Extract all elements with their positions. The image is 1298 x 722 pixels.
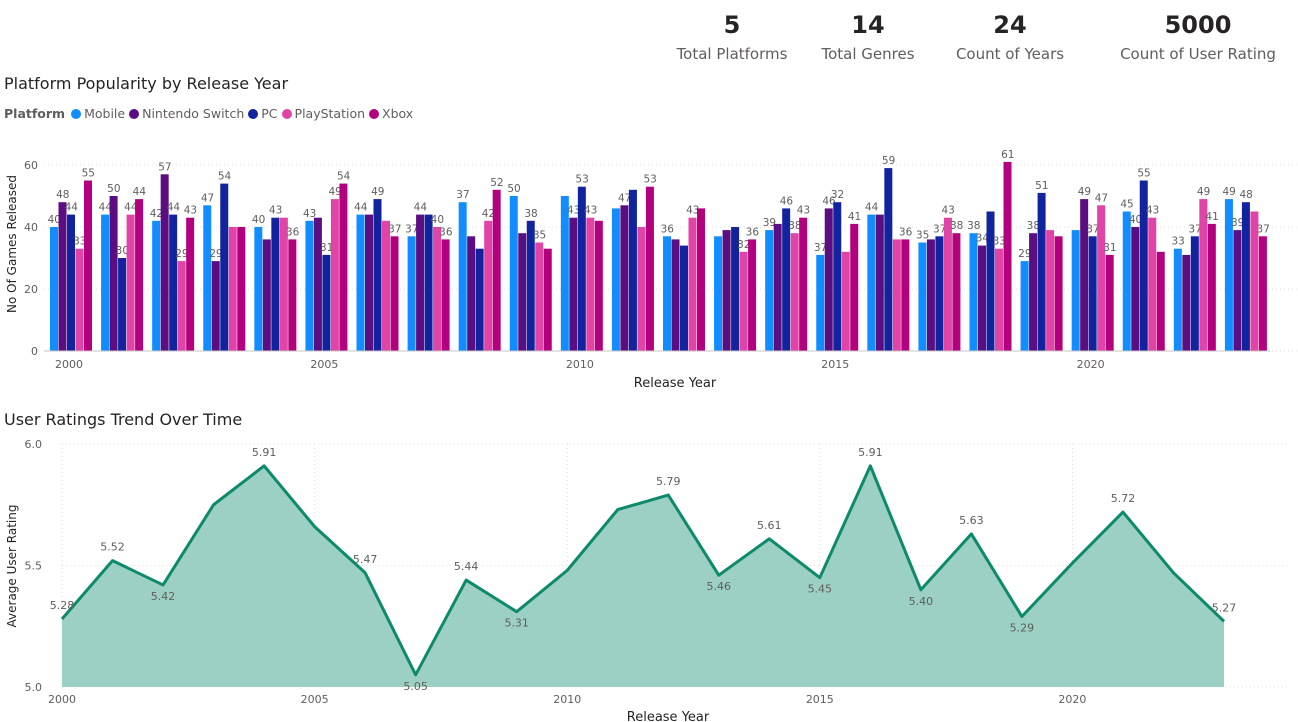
- point-label: 5.28: [50, 599, 75, 612]
- x-tick-label: 2000: [48, 693, 76, 706]
- x-tick-label: 2005: [301, 693, 329, 706]
- point-label: 5.91: [858, 446, 883, 459]
- y-axis-title: Average User Rating: [5, 505, 19, 628]
- point-label: 5.47: [353, 553, 378, 566]
- point-label: 5.27: [1212, 601, 1237, 614]
- point-label: 5.79: [656, 475, 681, 488]
- x-tick-label: 2015: [806, 693, 834, 706]
- point-label: 5.72: [1111, 492, 1136, 505]
- point-label: 5.44: [454, 560, 479, 573]
- x-tick-label: 2010: [553, 693, 581, 706]
- area-chart: 5.0 5.5 6.0 2000 2005 2010 2015 2020 Release Yea…: [5, 438, 1290, 722]
- y-tick-label: 6.0: [25, 438, 43, 451]
- point-label: 5.63: [959, 514, 984, 527]
- x-axis-title: Release Year: [627, 710, 710, 722]
- area-fill: [62, 465, 1224, 687]
- point-label: 5.46: [707, 580, 732, 593]
- point-label: 5.52: [100, 541, 125, 554]
- point-label: 5.61: [757, 519, 782, 532]
- point-label: 5.05: [403, 680, 428, 693]
- y-tick-label: 5.5: [25, 560, 43, 573]
- x-tick-label: 2020: [1058, 693, 1086, 706]
- y-tick-label: 5.0: [25, 681, 43, 694]
- point-label: 5.91: [252, 446, 277, 459]
- point-label: 5.40: [909, 595, 934, 608]
- point-label: 5.29: [1010, 622, 1035, 635]
- point-label: 5.31: [504, 617, 529, 630]
- point-label: 5.42: [151, 590, 176, 603]
- point-label: 5.45: [808, 583, 833, 596]
